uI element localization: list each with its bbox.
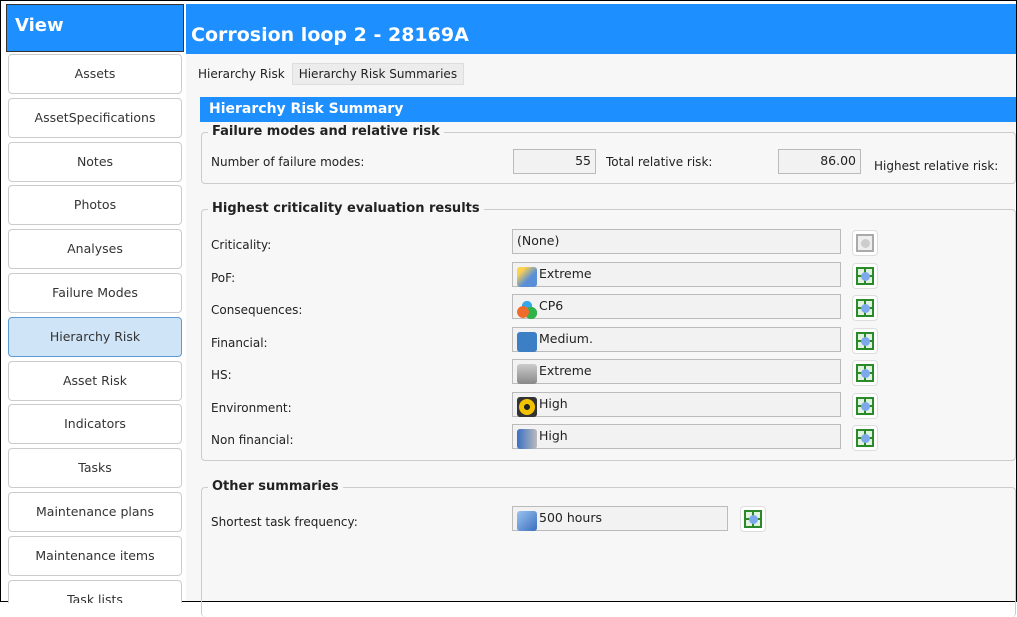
pof-details-button[interactable] — [852, 262, 878, 289]
main-area: Corrosion loop 2 - 28169A Hierarchy Risk… — [186, 4, 1016, 617]
sidebar: View Assets AssetSpecifications Notes Photo… — [6, 4, 184, 603]
sidebar-item-maintenance-items[interactable]: Maintenance items — [8, 535, 182, 576]
sidebar-item-notes[interactable]: Notes — [8, 141, 182, 182]
sidebar-item-failure-modes[interactable]: Failure Modes — [8, 273, 182, 313]
pof-label: PoF: — [211, 270, 236, 285]
value-text: Extreme — [539, 265, 592, 281]
panel-title: Hierarchy Risk Summary — [200, 97, 1016, 122]
value-text: Extreme — [539, 363, 592, 378]
highest-relative-risk-label: Highest relative risk: — [874, 159, 999, 173]
value-text: CP6 — [539, 298, 564, 313]
non-financial-label: Non financial: — [211, 433, 294, 447]
grid-search-icon — [856, 234, 874, 252]
first-aid-kit-icon — [517, 364, 537, 384]
consequences-field: CP6 — [512, 294, 841, 319]
financial-details-button[interactable] — [852, 327, 878, 354]
shortest-task-frequency-label: Shortest task frequency: — [211, 515, 358, 529]
group-title: Failure modes and relative risk — [208, 124, 444, 139]
sidebar-item-maintenance-plans[interactable]: Maintenance plans — [8, 492, 182, 532]
value-text: 500 hours — [539, 510, 602, 525]
sidebar-item-asset-risk[interactable]: Asset Risk — [8, 360, 182, 401]
criticality-label: Criticality: — [211, 238, 272, 252]
value-text: High — [539, 428, 568, 443]
num-failure-modes-field: 55 — [513, 149, 596, 174]
grid-search-icon — [856, 364, 874, 382]
num-failure-modes-label: Number of failure modes: — [211, 155, 365, 169]
spheres-icon — [517, 299, 537, 319]
pof-field: Extreme — [512, 261, 841, 287]
grid-search-icon — [856, 331, 874, 350]
criticality-field: (None) — [512, 229, 841, 254]
non-financial-field: High — [512, 424, 841, 449]
financial-field: Medium. — [512, 326, 841, 352]
grid-search-icon — [856, 266, 874, 285]
grid-search-icon — [856, 299, 874, 317]
speaker-icon — [517, 429, 537, 449]
sidebar-item-assets[interactable]: Assets — [8, 54, 182, 94]
view-header: View — [6, 4, 184, 52]
grid-search-icon — [856, 429, 874, 447]
calendar-clock-icon — [517, 511, 537, 531]
environment-field: High — [512, 391, 841, 417]
sidebar-item-tasks[interactable]: Tasks — [8, 448, 182, 489]
other-summaries-group: Other summaries Shortest task frequency:… — [201, 479, 1016, 617]
sidebar-item-photos[interactable]: Photos — [8, 185, 182, 226]
tab-hierarchy-risk[interactable]: Hierarchy Risk — [191, 63, 292, 85]
dollar-icon — [517, 331, 537, 352]
hs-label: HS: — [211, 368, 232, 382]
total-relative-risk-field: 86.00 — [778, 149, 861, 174]
group-title: Other summaries — [208, 479, 343, 494]
value-text: High — [539, 395, 568, 411]
sidebar-item-task-lists[interactable]: Task lists — [8, 579, 182, 603]
consequences-label: Consequences: — [211, 303, 303, 317]
grid-search-icon — [856, 396, 874, 415]
value-text: (None) — [517, 233, 560, 248]
page-title: Corrosion loop 2 - 28169A — [186, 4, 1016, 54]
total-relative-risk-label: Total relative risk: — [606, 155, 713, 169]
environment-label: Environment: — [211, 400, 292, 415]
hs-details-button[interactable] — [852, 360, 878, 386]
hs-field: Extreme — [512, 359, 841, 384]
tab-hierarchy-risk-summaries[interactable]: Hierarchy Risk Summaries — [291, 63, 465, 85]
failure-modes-group: Failure modes and relative risk Number o… — [201, 124, 1016, 184]
sidebar-item-analyses[interactable]: Analyses — [8, 229, 182, 270]
radiation-icon — [517, 396, 537, 417]
financial-label: Financial: — [211, 335, 268, 350]
sidebar-item-hierarchy-risk[interactable]: Hierarchy Risk — [8, 316, 182, 357]
environment-details-button[interactable] — [852, 392, 878, 419]
value-text: Medium. — [539, 330, 593, 346]
group-title: Highest criticality evaluation results — [208, 201, 484, 216]
criticality-details-button — [852, 230, 878, 256]
calendar-clock-icon — [517, 266, 537, 287]
consequences-details-button[interactable] — [852, 295, 878, 321]
shortest-task-frequency-field: 500 hours — [512, 506, 728, 531]
non-financial-details-button[interactable] — [852, 425, 878, 451]
grid-search-icon — [744, 510, 762, 528]
sidebar-item-assetspecifications[interactable]: AssetSpecifications — [8, 97, 182, 138]
sidebar-item-indicators[interactable]: Indicators — [8, 404, 182, 445]
criticality-group: Highest criticality evaluation results C… — [201, 201, 1016, 461]
details-button[interactable] — [740, 506, 766, 532]
